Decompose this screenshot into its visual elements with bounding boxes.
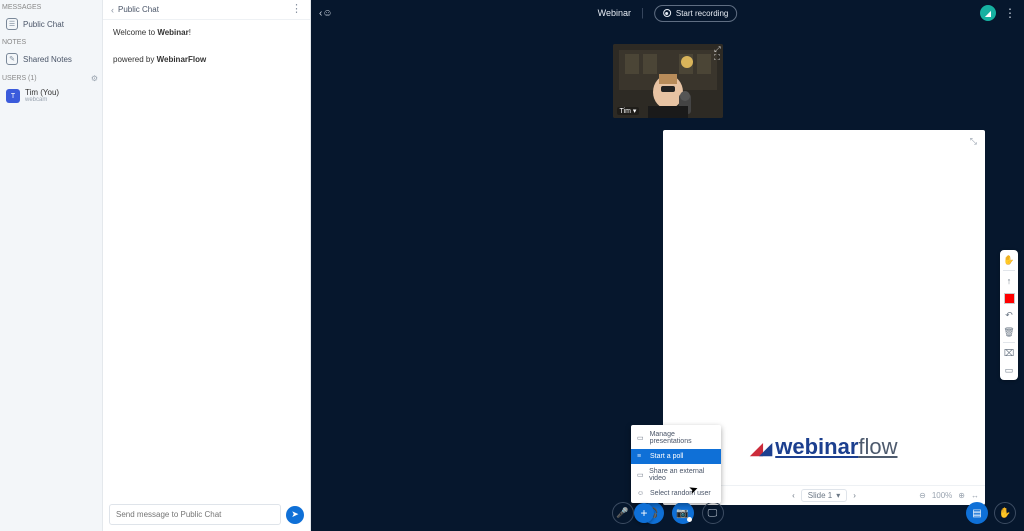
chat-powered: powered by WebinarFlow bbox=[113, 55, 300, 64]
slide-label: Slide 1 bbox=[808, 491, 832, 500]
webcam-mute-icon: ▾ bbox=[633, 108, 637, 115]
share-screen-button[interactable]: 🖵 bbox=[702, 502, 724, 524]
session-name: Webinar bbox=[598, 8, 631, 18]
external-video-icon: ▭ bbox=[637, 471, 644, 479]
random-user-icon: ☺ bbox=[637, 490, 645, 497]
users-header: USERS (1) bbox=[2, 75, 37, 82]
send-button[interactable]: ➤ bbox=[286, 506, 304, 524]
presentation-icon: ▭ bbox=[637, 434, 645, 442]
notes-icon: ✎ bbox=[6, 53, 18, 65]
shared-notes-label: Shared Notes bbox=[23, 55, 72, 64]
tool-hand-icon[interactable]: ✋ bbox=[1002, 253, 1016, 267]
raise-hand-button[interactable]: ✋ bbox=[994, 502, 1016, 524]
sidebar-item-public-chat[interactable]: ☰ Public Chat bbox=[0, 13, 102, 35]
users-settings-icon[interactable]: ⚙ bbox=[91, 74, 98, 83]
slide-nav: ‹ Slide 1 ▾ › bbox=[792, 489, 856, 502]
chat-options-icon[interactable]: ⋮ bbox=[291, 4, 302, 15]
action-manage-presentations[interactable]: ▭ Manage presentations bbox=[631, 427, 721, 449]
tool-undo-icon[interactable]: ↶ bbox=[1002, 308, 1016, 322]
record-button[interactable]: Start recording bbox=[654, 5, 737, 22]
user-row[interactable]: T Tim (You) webcam bbox=[0, 85, 102, 107]
user-name: Tim (You) bbox=[25, 89, 59, 97]
webcam-button[interactable]: 📷 bbox=[672, 502, 694, 524]
brand-word1: webinar bbox=[775, 434, 858, 459]
webcam-name-text: Tim bbox=[620, 108, 631, 115]
action-start-poll[interactable]: ≡ Start a poll bbox=[631, 449, 721, 464]
top-right: ◢ ⋮ bbox=[980, 5, 1016, 21]
fit-screen-icon[interactable]: ↔ bbox=[971, 491, 979, 500]
connection-status-icon[interactable]: ◢ bbox=[980, 5, 996, 21]
avatar: T bbox=[6, 89, 20, 103]
chat-title: Public Chat bbox=[118, 5, 159, 14]
zoom-level: 100% bbox=[932, 491, 952, 500]
left-sidebar: MESSAGES ☰ Public Chat NOTES ✎ Shared No… bbox=[0, 0, 103, 531]
welcome-prefix: Welcome to bbox=[113, 28, 157, 37]
action-label: Select random user bbox=[650, 490, 711, 497]
poll-icon: ≡ bbox=[637, 453, 645, 460]
actions-plus-button[interactable]: + bbox=[634, 503, 654, 523]
brand-word2: flow bbox=[858, 434, 897, 459]
next-slide-icon[interactable]: › bbox=[853, 491, 856, 500]
actions-menu: ▭ Manage presentations ≡ Start a poll ▭ … bbox=[631, 425, 721, 503]
bottom-right-controls: ▤ ✋ bbox=[966, 502, 1016, 524]
brand-logo: ◢◢ webinarflow bbox=[750, 434, 897, 460]
action-label: Start a poll bbox=[650, 453, 683, 460]
layout-button[interactable]: ▤ bbox=[966, 502, 988, 524]
zoom-out-icon[interactable]: ⊖ bbox=[919, 491, 926, 500]
powered-prefix: powered by bbox=[113, 55, 157, 64]
tool-text-icon[interactable]: ⌧ bbox=[1002, 346, 1016, 360]
tool-pointer-icon[interactable]: ↑ bbox=[1002, 274, 1016, 288]
user-meta: Tim (You) webcam bbox=[25, 89, 59, 103]
send-icon: ➤ bbox=[291, 509, 299, 520]
top-center: Webinar | Start recording bbox=[598, 5, 738, 22]
prev-slide-icon[interactable]: ‹ bbox=[792, 491, 795, 500]
whiteboard-toolbar: ✋ ↑ ↶ 🗑 ⌧ ▭ bbox=[1000, 250, 1018, 380]
welcome-suffix: ! bbox=[189, 28, 191, 37]
record-label: Start recording bbox=[676, 9, 728, 18]
chevron-down-icon: ▾ bbox=[836, 491, 840, 500]
presentation-footer-right: ⊖ 100% ⊕ ↔ bbox=[919, 491, 979, 500]
chat-input-row: ➤ bbox=[103, 498, 310, 531]
user-status: webcam bbox=[25, 97, 59, 103]
webcam-name: Tim ▾ bbox=[617, 107, 640, 115]
record-icon bbox=[663, 9, 671, 17]
zoom-in-icon[interactable]: ⊕ bbox=[958, 491, 965, 500]
sidebar-item-shared-notes[interactable]: ✎ Shared Notes bbox=[0, 48, 102, 70]
webcam-tile[interactable]: Tim ▾ ⤢⛶ bbox=[613, 44, 723, 118]
media-controls: 🎤 🎧 📷 🖵 bbox=[612, 502, 724, 524]
tool-color-swatch[interactable] bbox=[1002, 291, 1016, 305]
chat-messages: Welcome to Webinar! powered by WebinarFl… bbox=[103, 20, 310, 498]
top-bar: ‹☺ Webinar | Start recording ◢ ⋮ bbox=[311, 0, 1024, 26]
action-label: Manage presentations bbox=[650, 431, 715, 445]
presentation-expand-icon[interactable]: ⤡ bbox=[970, 136, 977, 147]
top-left: ‹☺ bbox=[319, 8, 333, 19]
action-label: Share an external video bbox=[649, 468, 715, 482]
main-options-icon[interactable]: ⋮ bbox=[1004, 6, 1016, 20]
public-chat-label: Public Chat bbox=[23, 20, 64, 29]
chat-input[interactable] bbox=[109, 504, 281, 525]
chat-panel: ‹ Public Chat ⋮ Welcome to Webinar! powe… bbox=[103, 0, 311, 531]
chat-back-icon[interactable]: ‹ bbox=[111, 5, 114, 15]
action-select-random-user[interactable]: ☺ Select random user bbox=[631, 486, 721, 501]
app-root: MESSAGES ☰ Public Chat NOTES ✎ Shared No… bbox=[0, 0, 1024, 531]
welcome-bold: Webinar bbox=[157, 28, 188, 37]
chat-icon: ☰ bbox=[6, 18, 18, 30]
chat-header: ‹ Public Chat ⋮ bbox=[103, 0, 310, 20]
collapse-users-icon[interactable]: ‹☺ bbox=[319, 8, 333, 19]
action-share-external-video[interactable]: ▭ Share an external video bbox=[631, 464, 721, 486]
notes-header: NOTES bbox=[0, 35, 102, 48]
chat-welcome: Welcome to Webinar! bbox=[113, 28, 300, 37]
main-area: ‹☺ Webinar | Start recording ◢ ⋮ bbox=[311, 0, 1024, 531]
tool-trash-icon[interactable]: 🗑 bbox=[1002, 325, 1016, 339]
tool-more-icon[interactable]: ▭ bbox=[1002, 363, 1016, 377]
mute-button[interactable]: 🎤 bbox=[612, 502, 634, 524]
powered-bold: WebinarFlow bbox=[157, 55, 207, 64]
slide-selector[interactable]: Slide 1 ▾ bbox=[801, 489, 847, 502]
webcam-fullscreen-icon[interactable]: ⤢⛶ bbox=[714, 46, 720, 62]
messages-header: MESSAGES bbox=[0, 0, 102, 13]
